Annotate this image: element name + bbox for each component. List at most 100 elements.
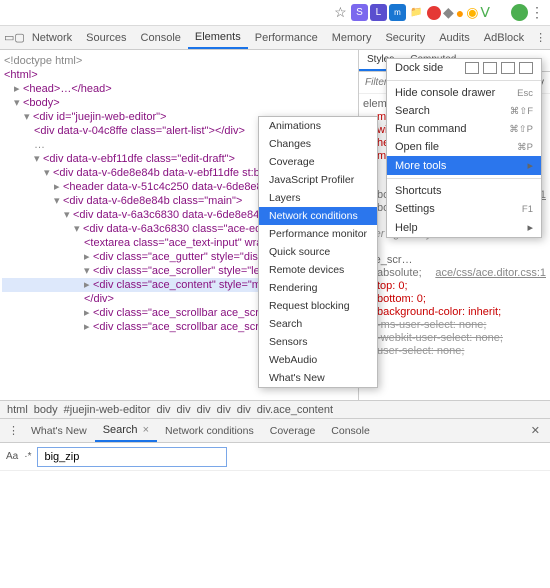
extension-icon-s[interactable]: S <box>351 4 368 21</box>
extension-icon-folder[interactable]: 📁 <box>408 4 425 21</box>
extension-icon-m[interactable]: m <box>389 4 406 21</box>
crumb-div[interactable]: div <box>194 404 214 416</box>
prop-user-select[interactable]: user-select: none; <box>363 345 546 358</box>
drawer-tab-whats-new[interactable]: What's New <box>23 421 95 441</box>
prop-bottom[interactable]: bottom: 0; <box>377 293 426 305</box>
tree-arrow-icon[interactable]: ▾ <box>64 208 73 222</box>
tab-memory[interactable]: Memory <box>325 28 379 48</box>
menu-js-profiler[interactable]: JavaScript Profiler <box>259 171 377 189</box>
div-edit-draft[interactable]: <div data-v-ebf11dfe class="edit-draft"> <box>43 153 235 165</box>
div-main[interactable]: <div data-v-6de8e84b class="main"> <box>63 195 242 207</box>
drawer-kebab-icon[interactable]: ⋮ <box>4 424 23 437</box>
crumb-div[interactable]: div <box>153 404 173 416</box>
tab-close-icon[interactable]: × <box>140 424 149 436</box>
search-input[interactable] <box>37 447 227 467</box>
head-node[interactable]: <head>…</head> <box>23 83 112 95</box>
tab-console[interactable]: Console <box>134 28 188 48</box>
profile-avatar-icon[interactable] <box>511 4 528 21</box>
browser-menu-icon[interactable]: ⋮ <box>530 4 544 21</box>
crumb-body[interactable]: body <box>31 404 61 416</box>
prop-top[interactable]: top: 0; <box>377 280 408 292</box>
crumb-html[interactable]: html <box>4 404 31 416</box>
crumb-div[interactable]: div <box>234 404 254 416</box>
tree-arrow-icon[interactable]: ▸ <box>84 320 93 334</box>
extension-icon-l[interactable]: L <box>370 4 387 21</box>
extension-icon-amber[interactable]: ◉ <box>466 4 478 21</box>
menu-more-tools[interactable]: More tools▸ <box>387 156 541 175</box>
tab-elements[interactable]: Elements <box>188 27 248 49</box>
tree-arrow-icon[interactable]: ▸ <box>14 82 23 96</box>
menu-changes[interactable]: Changes <box>259 135 377 153</box>
tree-arrow-icon[interactable]: ▾ <box>44 166 53 180</box>
devtools-kebab-icon[interactable]: ⋮ <box>531 31 550 44</box>
inspect-element-icon[interactable]: ▭ <box>4 31 14 44</box>
crumb-div[interactable]: div <box>174 404 194 416</box>
menu-remote-devices[interactable]: Remote devices <box>259 261 377 279</box>
menu-hide-drawer[interactable]: Hide console drawerEsc <box>387 84 541 102</box>
source-link-2[interactable]: ace/css/ace.ditor.css:1 <box>435 267 546 280</box>
menu-webaudio[interactable]: WebAudio <box>259 351 377 369</box>
extension-icon-orange[interactable]: ● <box>456 5 464 21</box>
tree-arrow-icon[interactable]: ▸ <box>54 180 63 194</box>
menu-search-main[interactable]: Search⌘⇧F <box>387 102 541 120</box>
menu-coverage[interactable]: Coverage <box>259 153 377 171</box>
device-toggle-icon[interactable]: ▢ <box>14 31 24 44</box>
extension-icon-green[interactable]: Ⅴ <box>480 4 490 21</box>
extension-icon-red[interactable] <box>427 6 441 20</box>
crumb-editor[interactable]: #juejin-web-editor <box>61 404 154 416</box>
tree-arrow-icon[interactable]: ▾ <box>74 222 83 236</box>
menu-perf-monitor[interactable]: Performance monitor <box>259 225 377 243</box>
menu-network-conditions[interactable]: Network conditions <box>259 207 377 225</box>
menu-run-command[interactable]: Run command⌘⇧P <box>387 120 541 138</box>
menu-layers[interactable]: Layers <box>259 189 377 207</box>
menu-settings[interactable]: SettingsF1 <box>387 200 541 218</box>
regex-icon[interactable]: ·* <box>24 451 31 462</box>
menu-search[interactable]: Search <box>259 315 377 333</box>
drawer-tab-coverage[interactable]: Coverage <box>262 421 324 441</box>
tab-performance[interactable]: Performance <box>248 28 325 48</box>
scroller-close[interactable]: </div> <box>84 293 114 305</box>
dock-left-icon[interactable] <box>483 62 497 74</box>
menu-animations[interactable]: Animations <box>259 117 377 135</box>
menu-quick-source[interactable]: Quick source <box>259 243 377 261</box>
prop-webkit-user[interactable]: -webkit-user-select: none; <box>363 332 546 345</box>
drawer-tab-network-conditions[interactable]: Network conditions <box>157 421 262 441</box>
tree-arrow-icon[interactable]: ▸ <box>84 250 93 264</box>
div-alert[interactable]: <div data-v-04c8ffe class="alert-list"><… <box>34 125 245 137</box>
tree-arrow-icon[interactable]: ▸ <box>84 278 93 292</box>
crumb-ace-content[interactable]: div.ace_content <box>254 404 336 416</box>
menu-whats-new[interactable]: What's New <box>259 369 377 387</box>
tab-network[interactable]: Network <box>25 28 79 48</box>
prop-bg[interactable]: background-color: inherit; <box>377 306 501 318</box>
drawer-results[interactable] <box>0 471 550 588</box>
dock-right-icon[interactable] <box>519 62 533 74</box>
menu-request-blocking[interactable]: Request blocking <box>259 297 377 315</box>
doctype-line[interactable]: <!doctype html> <box>2 54 356 68</box>
tab-security[interactable]: Security <box>378 28 432 48</box>
menu-dock-side[interactable]: Dock side <box>387 59 541 77</box>
menu-sensors[interactable]: Sensors <box>259 333 377 351</box>
tree-arrow-icon[interactable]: ▾ <box>34 152 43 166</box>
dock-undock-icon[interactable] <box>465 62 479 74</box>
dock-bottom-icon[interactable] <box>501 62 515 74</box>
extension-icon-gray[interactable]: ◆ <box>443 4 454 21</box>
crumb-div[interactable]: div <box>214 404 234 416</box>
body-open[interactable]: <body> <box>23 97 60 109</box>
tree-arrow-icon[interactable]: ▾ <box>54 194 63 208</box>
menu-help[interactable]: Help▸ <box>387 218 541 237</box>
tab-sources[interactable]: Sources <box>79 28 133 48</box>
prop-ms-user[interactable]: -ms-user-select: none; <box>363 319 546 332</box>
menu-open-file[interactable]: Open file⌘P <box>387 138 541 156</box>
tree-arrow-icon[interactable]: ▾ <box>24 110 33 124</box>
tree-arrow-icon[interactable]: ▾ <box>84 264 93 278</box>
div-editor[interactable]: <div id="juejin-web-editor"> <box>33 111 166 123</box>
html-open[interactable]: <html> <box>2 68 356 82</box>
match-case-icon[interactable]: Aa <box>6 451 18 462</box>
tab-audits[interactable]: Audits <box>432 28 477 48</box>
drawer-tab-console[interactable]: Console <box>323 421 378 441</box>
tree-arrow-icon[interactable]: ▾ <box>14 96 23 110</box>
absolute-val[interactable]: absolute; <box>377 267 422 279</box>
drawer-close-icon[interactable]: ✕ <box>525 424 546 437</box>
tab-adblock[interactable]: AdBlock <box>477 28 531 48</box>
tree-arrow-icon[interactable]: ▸ <box>84 306 93 320</box>
